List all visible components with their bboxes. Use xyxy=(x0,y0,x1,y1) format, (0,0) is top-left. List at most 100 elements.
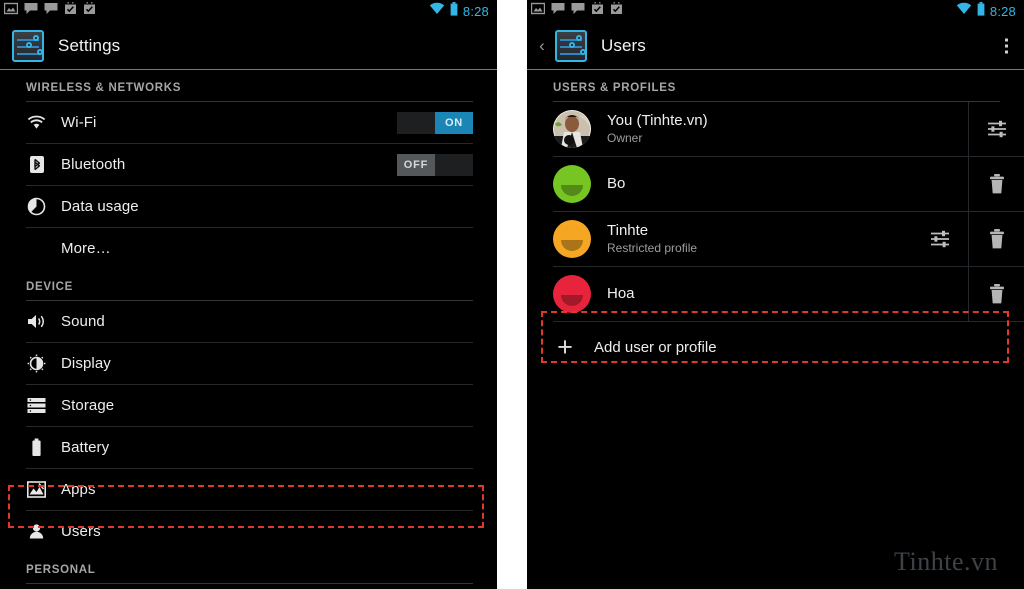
status-system-icons: 8:28 xyxy=(956,1,1016,21)
settings-sliders-icon xyxy=(12,29,44,62)
list-item[interactable]: Hoa xyxy=(527,267,1024,321)
avatar xyxy=(553,110,591,148)
chat-bubble-icon xyxy=(551,2,565,20)
sidebar-item-label: Data usage xyxy=(61,198,139,215)
action-bar-users: ‹ Users xyxy=(527,22,1024,70)
wifi-toggle[interactable]: ON xyxy=(397,111,473,134)
sidebar-item-label: Battery xyxy=(61,439,110,456)
display-icon xyxy=(26,353,47,374)
status-clock: 8:28 xyxy=(989,3,1016,19)
sidebar-item-bluetooth[interactable]: Bluetooth OFF xyxy=(0,144,497,185)
status-notification-icons xyxy=(3,0,96,20)
sidebar-item-label: Sound xyxy=(61,313,105,330)
image-icon xyxy=(530,2,546,20)
bluetooth-toggle-label: OFF xyxy=(397,153,435,176)
chevron-left-icon[interactable]: ‹ xyxy=(533,36,551,56)
checkbox-bag-icon xyxy=(83,0,96,20)
chat-bubble-icon xyxy=(571,2,585,20)
sound-icon xyxy=(26,311,47,332)
row-actions xyxy=(968,102,1024,156)
bluetooth-toggle[interactable]: OFF xyxy=(397,153,473,176)
status-system-icons: 8:28 xyxy=(429,1,489,21)
add-user-label: Add user or profile xyxy=(594,338,717,356)
user-subtitle: Owner xyxy=(607,131,643,145)
user-info: Hoa xyxy=(607,285,635,303)
row-actions xyxy=(968,157,1024,211)
apps-icon xyxy=(26,479,47,500)
users-icon xyxy=(26,521,47,542)
list-item[interactable]: Bo xyxy=(527,157,1024,211)
battery-icon xyxy=(450,1,458,21)
list-item[interactable]: Tinhte Restricted profile xyxy=(527,212,1024,266)
user-name: Tinhte xyxy=(607,222,649,239)
profile-settings-icon[interactable] xyxy=(968,102,1024,156)
screenshot-root: 8:28 Settings WIRELESS & NETWORKS Wi-Fi xyxy=(0,0,1024,589)
image-icon xyxy=(3,2,19,20)
users-panel: 8:28 ‹ Users USERS & PROFILES You (Tinht… xyxy=(527,0,1024,589)
bluetooth-icon xyxy=(26,154,47,175)
sidebar-item-label: Storage xyxy=(61,397,115,414)
user-subtitle: Restricted profile xyxy=(607,241,698,255)
battery-icon xyxy=(977,1,985,21)
sidebar-item-label: More… xyxy=(61,240,111,257)
status-bar-right: 8:28 xyxy=(527,0,1024,22)
user-name: You (Tinhte.vn) xyxy=(607,112,708,129)
sidebar-item-label: Wi-Fi xyxy=(61,114,97,131)
section-header-personal: PERSONAL xyxy=(26,564,96,576)
sidebar-item-sound[interactable]: Sound xyxy=(0,301,497,342)
overflow-menu-icon[interactable] xyxy=(1005,38,1008,53)
page-title: Users xyxy=(601,35,646,55)
checkbox-bag-icon xyxy=(64,0,77,20)
section-header-users-profiles: USERS & PROFILES xyxy=(553,82,677,94)
sidebar-item-location-access[interactable]: Location access xyxy=(0,584,497,589)
sidebar-item-label: Display xyxy=(61,355,111,372)
page-title: Settings xyxy=(58,35,121,55)
avatar xyxy=(553,275,591,313)
chat-bubble-icon xyxy=(24,2,38,20)
sidebar-item-display[interactable]: Display xyxy=(0,343,497,384)
avatar-mouth xyxy=(561,184,583,196)
user-info: You (Tinhte.vn) Owner xyxy=(607,112,708,146)
settings-sliders-icon[interactable] xyxy=(555,29,587,62)
status-clock: 8:28 xyxy=(462,3,489,19)
avatar xyxy=(553,220,591,258)
wifi-icon xyxy=(429,2,445,20)
delete-icon[interactable] xyxy=(968,212,1024,266)
section-header-wireless: WIRELESS & NETWORKS xyxy=(26,82,182,94)
users-list: USERS & PROFILES You (Tinhte.vn) Owner B… xyxy=(527,70,1024,372)
wifi-toggle-label: ON xyxy=(435,111,473,134)
wifi-icon xyxy=(26,112,47,133)
wifi-icon xyxy=(956,2,972,20)
status-bar-left: 8:28 xyxy=(0,0,497,22)
add-user-button[interactable]: + Add user or profile xyxy=(527,322,1024,372)
profile-settings-icon[interactable] xyxy=(912,212,968,266)
settings-panel: 8:28 Settings WIRELESS & NETWORKS Wi-Fi xyxy=(0,0,497,589)
user-info: Tinhte Restricted profile xyxy=(607,222,697,256)
battery-icon xyxy=(26,437,47,458)
delete-icon[interactable] xyxy=(968,157,1024,211)
sidebar-item-wifi[interactable]: Wi-Fi ON xyxy=(0,102,497,143)
user-info: Bo xyxy=(607,175,625,193)
settings-list: WIRELESS & NETWORKS Wi-Fi ON Bluetooth O… xyxy=(0,70,497,589)
sidebar-item-data-usage[interactable]: Data usage xyxy=(0,186,497,227)
sidebar-item-apps[interactable]: Apps xyxy=(0,469,497,510)
section-header-device: DEVICE xyxy=(26,281,74,293)
sidebar-item-label: Apps xyxy=(61,481,96,498)
avatar-mouth xyxy=(561,239,583,251)
avatar-mouth xyxy=(561,294,583,306)
plus-icon: + xyxy=(557,331,573,362)
user-name: Bo xyxy=(607,175,626,192)
sidebar-item-battery[interactable]: Battery xyxy=(0,427,497,468)
action-bar-settings: Settings xyxy=(0,22,497,70)
list-item[interactable]: You (Tinhte.vn) Owner xyxy=(527,102,1024,156)
sidebar-item-label: Bluetooth xyxy=(61,156,126,173)
sidebar-item-storage[interactable]: Storage xyxy=(0,385,497,426)
delete-icon[interactable] xyxy=(968,267,1024,321)
checkbox-bag-icon xyxy=(591,0,604,20)
sidebar-item-users[interactable]: Users xyxy=(0,511,497,552)
data-usage-icon xyxy=(26,196,47,217)
sidebar-item-more[interactable]: More… xyxy=(0,228,497,269)
row-actions xyxy=(912,212,1024,266)
avatar xyxy=(553,165,591,203)
sidebar-item-label: Users xyxy=(61,523,101,540)
